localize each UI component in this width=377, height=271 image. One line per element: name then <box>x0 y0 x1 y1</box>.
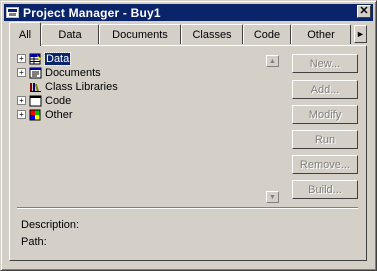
class-libraries-icon <box>29 81 42 93</box>
tree-item-label: Class Libraries <box>45 80 118 93</box>
scroll-up-button[interactable]: ▲ <box>266 55 279 67</box>
tree-item-other[interactable]: + Other <box>17 108 73 121</box>
project-manager-icon <box>6 7 19 18</box>
expand-icon[interactable]: + <box>17 96 26 105</box>
divider <box>17 207 358 209</box>
tab-other[interactable]: Other <box>291 24 351 44</box>
scroll-down-button[interactable]: ▼ <box>266 191 279 203</box>
tab-scroll-button[interactable]: ► <box>354 25 367 43</box>
arrow-up-icon: ▲ <box>269 57 276 65</box>
title-bar[interactable]: Project Manager - Buy1 ✕ <box>4 4 373 21</box>
tab-label: Code <box>253 28 281 41</box>
modify-button[interactable]: Modify <box>292 105 358 124</box>
tab-all[interactable]: All <box>9 22 41 46</box>
tree-item-class-libraries[interactable]: Class Libraries <box>17 80 118 93</box>
tab-data[interactable]: Data <box>41 24 99 44</box>
database-icon <box>29 53 42 65</box>
tree-item-label: Documents <box>45 66 101 79</box>
tree-item-code[interactable]: + Code <box>17 94 71 107</box>
documents-icon <box>29 67 42 79</box>
tab-strip: All Data Documents Classes Code Other ► <box>9 22 367 46</box>
tab-documents[interactable]: Documents <box>99 24 181 44</box>
close-button[interactable]: ✕ <box>357 5 371 18</box>
tab-label: Other <box>307 28 335 41</box>
expand-icon[interactable]: + <box>17 68 26 77</box>
tree-item-label: Data <box>43 51 72 66</box>
tree-item-label: Code <box>45 94 72 107</box>
tree-item-label: Other <box>45 108 73 121</box>
expand-icon[interactable]: + <box>17 54 26 63</box>
path-label: Path: <box>21 236 47 248</box>
tab-label: Classes <box>192 28 232 41</box>
arrow-right-icon: ► <box>356 29 365 39</box>
new-button[interactable]: New... <box>292 54 358 73</box>
tab-classes[interactable]: Classes <box>181 24 243 44</box>
expand-icon[interactable]: + <box>17 110 26 119</box>
build-button[interactable]: Build... <box>292 180 358 199</box>
run-button[interactable]: Run <box>292 130 358 149</box>
tab-code[interactable]: Code <box>243 24 291 44</box>
tab-label: All <box>18 28 32 41</box>
arrow-down-icon: ▼ <box>269 193 276 201</box>
tree-item-documents[interactable]: + Documents <box>17 66 101 79</box>
tree-item-data[interactable]: + Data <box>17 51 72 66</box>
description-label: Description: <box>21 219 80 231</box>
other-icon <box>29 109 42 121</box>
tab-label: Documents <box>112 28 168 41</box>
window-title: Project Manager - Buy1 <box>23 5 161 20</box>
code-window-icon <box>29 95 42 107</box>
tree-scrollbar[interactable]: ▲ ▼ <box>266 55 279 203</box>
expand-icon <box>17 82 26 91</box>
add-button[interactable]: Add... <box>292 80 358 99</box>
remove-button[interactable]: Remove... <box>292 155 358 174</box>
close-icon: ✕ <box>359 5 369 17</box>
project-tree[interactable]: + Data + Documents Class Libraries + Cod… <box>17 51 282 202</box>
tab-label: Data <box>58 28 82 41</box>
